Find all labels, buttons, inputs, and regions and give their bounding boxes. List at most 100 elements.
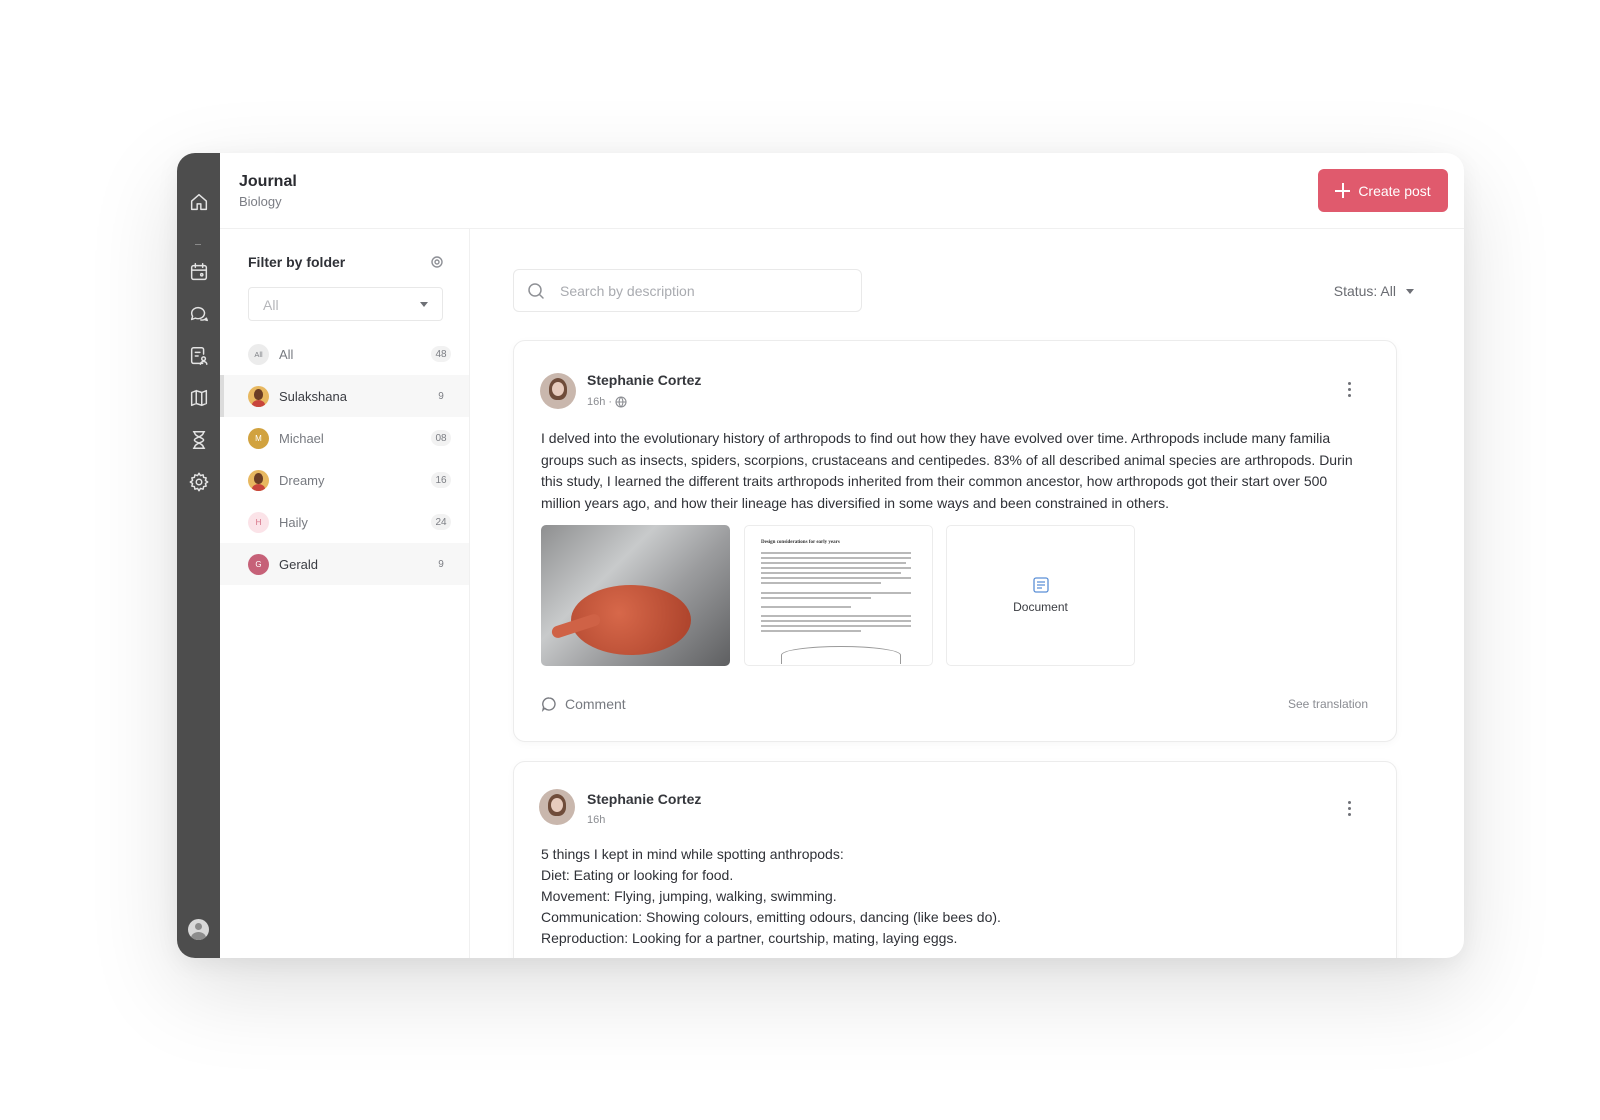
home-icon[interactable] [187, 190, 211, 214]
search-placeholder: Search by description [560, 283, 695, 299]
doc-preview-line [761, 625, 911, 627]
chevron-down-icon [420, 302, 428, 307]
more-options-icon[interactable] [1348, 382, 1352, 398]
search-icon [527, 282, 545, 300]
folder-count: 08 [431, 430, 451, 446]
page-title: Journal [239, 173, 297, 190]
chat-icon[interactable] [187, 302, 211, 326]
rail-divider [195, 244, 201, 245]
doc-preview-line [761, 582, 881, 584]
folder-list: All All 48 Sulakshana 9 M Michael 08 Dre… [220, 333, 469, 585]
post-line: Reproduction: Looking for a partner, cou… [541, 930, 958, 946]
doc-preview-line [761, 615, 911, 617]
doc-preview-line [761, 557, 911, 559]
folder-avatar: All [248, 343, 269, 365]
map-icon[interactable] [187, 386, 211, 410]
doc-preview-line [761, 572, 901, 574]
status-filter[interactable]: Status: All [1334, 283, 1414, 299]
post-body: 5 things I kept in mind while spotting a… [541, 844, 1371, 949]
plus-icon [1335, 183, 1351, 198]
filter-title: Filter by folder [248, 254, 346, 270]
doc-preview-line [761, 567, 911, 569]
create-post-button[interactable]: Create post [1318, 169, 1448, 212]
more-options-icon[interactable] [1348, 801, 1352, 817]
see-translation-link[interactable]: See translation [1288, 697, 1368, 711]
file-attachment-label: Document [1013, 600, 1068, 614]
post-line: I delved into the evolutionary history o… [541, 430, 1331, 446]
chevron-down-icon [1406, 288, 1414, 294]
post-line: 5 things I kept in mind while spotting a… [541, 846, 844, 862]
avatar [539, 789, 575, 825]
folder-avatar [248, 385, 269, 407]
folder-item-label: Michael [279, 430, 324, 446]
post-time: 16h [587, 814, 606, 826]
app-window: Journal Biology Create post Filter by fo… [177, 153, 1464, 958]
filter-settings-icon[interactable] [430, 255, 444, 269]
avatar [540, 373, 576, 409]
doc-preview-line [761, 562, 906, 564]
folder-select[interactable]: All [248, 287, 443, 321]
doc-preview-line [761, 597, 871, 599]
folder-count: 24 [431, 514, 451, 530]
feed: Search by description Status: All Stepha… [471, 229, 1464, 958]
post-card: Stephanie Cortez 16h · I delved into the… [513, 340, 1397, 742]
post-body: I delved into the evolutionary history o… [541, 428, 1371, 514]
gear-icon[interactable] [187, 470, 211, 494]
document-icon [1032, 576, 1050, 594]
doc-preview-heading: Design considerations for early years [761, 540, 840, 545]
folder-count: 16 [431, 472, 451, 488]
user-avatar[interactable] [188, 919, 209, 940]
folder-item-sulakshana[interactable]: Sulakshana 9 [220, 375, 469, 417]
hourglass-icon[interactable] [187, 428, 211, 452]
folder-avatar [248, 469, 269, 491]
folder-item-haily[interactable]: H Haily 24 [220, 501, 469, 543]
doc-preview-line [761, 630, 861, 632]
comment-icon [541, 697, 556, 712]
post-line: Diet: Eating or looking for food. [541, 867, 734, 883]
folder-item-label: Sulakshana [279, 388, 347, 404]
folder-item-dreamy[interactable]: Dreamy 16 [220, 459, 469, 501]
post-line: million years ago, and how their lineage… [541, 494, 1170, 511]
folder-item-all[interactable]: All All 48 [220, 333, 469, 375]
document-preview-attachment[interactable]: Design considerations for early years [744, 525, 933, 666]
icon-rail [177, 153, 220, 958]
clipboard-user-icon[interactable] [187, 344, 211, 368]
post-author[interactable]: Stephanie Cortez [587, 372, 701, 388]
post-line: Communication: Showing colours, emitting… [541, 909, 1001, 925]
post-card: Stephanie Cortez 16h 5 things I kept in … [513, 761, 1397, 958]
folder-count: 9 [438, 558, 444, 570]
doc-preview-line [761, 577, 911, 579]
folder-avatar: H [248, 511, 269, 533]
folder-select-value: All [263, 297, 279, 313]
post-line: groups such as insects, spiders, scorpio… [541, 451, 1353, 468]
comment-label: Comment [565, 696, 626, 712]
doc-preview-line [761, 592, 911, 594]
doc-preview-line [761, 606, 851, 608]
calendar-icon[interactable] [187, 260, 211, 284]
page-header: Journal Biology Create post [220, 153, 1464, 229]
doc-preview-line [761, 620, 911, 622]
doc-preview-sketch [781, 646, 901, 664]
search-input[interactable]: Search by description [513, 269, 862, 312]
folder-item-label: Haily [279, 514, 308, 530]
folder-count: 9 [438, 390, 444, 402]
folder-item-label: Gerald [279, 556, 319, 572]
folder-avatar: M [248, 427, 269, 449]
folder-avatar: G [248, 553, 269, 575]
post-author[interactable]: Stephanie Cortez [587, 791, 701, 807]
post-line: Movement: Flying, jumping, walking, swim… [541, 888, 837, 904]
folder-filter-panel: Filter by folder All All All 48 Sulaksha… [220, 229, 470, 958]
folder-item-label: Dreamy [279, 472, 325, 488]
status-filter-label: Status: All [1333, 283, 1396, 299]
create-post-label: Create post [1358, 182, 1431, 199]
file-attachment[interactable]: Document [946, 525, 1135, 666]
comment-button[interactable]: Comment [541, 696, 626, 712]
folder-item-michael[interactable]: M Michael 08 [220, 417, 469, 459]
folder-item-gerald[interactable]: G Gerald 9 [220, 543, 469, 585]
post-time: 16h · [587, 396, 627, 408]
page-subtitle: Biology [239, 194, 282, 209]
post-line: this study, I learned the different trai… [541, 473, 1328, 489]
folder-count: 48 [431, 346, 451, 362]
globe-icon [615, 396, 627, 408]
image-attachment[interactable] [541, 525, 730, 666]
